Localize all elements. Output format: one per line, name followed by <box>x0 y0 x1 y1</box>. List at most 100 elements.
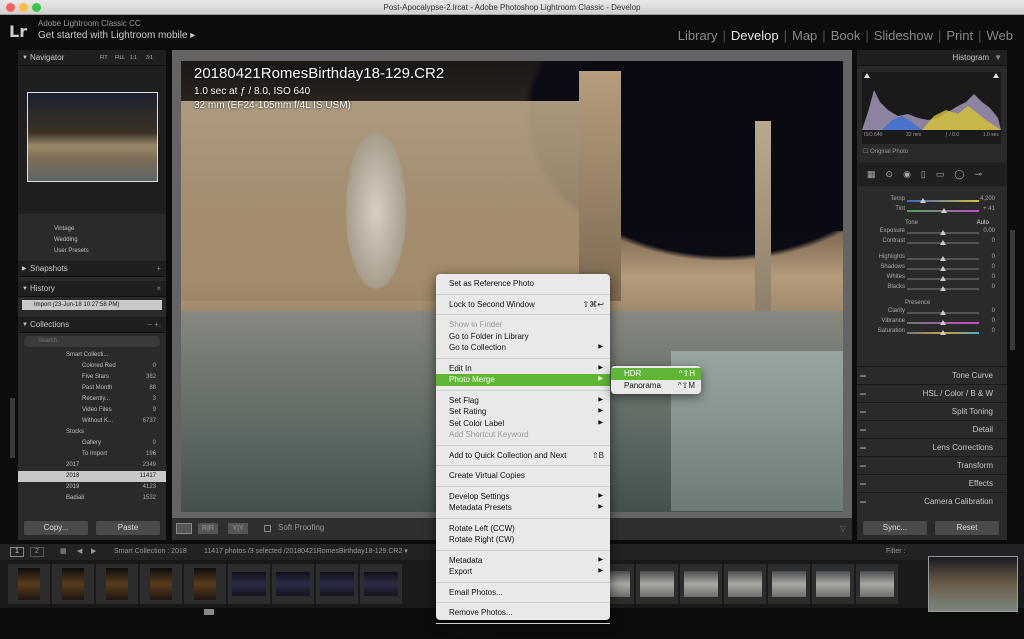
module-book[interactable]: Book <box>826 28 866 43</box>
original-checkbox-icon[interactable]: ☐ <box>863 149 870 155</box>
toolbar-menu-icon[interactable]: ▽ <box>840 524 846 533</box>
collections-header[interactable]: ▼ Collections − +. <box>18 317 166 333</box>
navigator-header[interactable]: ▼ Navigator FIT FILL 1:1 3:1 <box>18 50 166 66</box>
module-slideshow[interactable]: Slideshow <box>869 28 938 43</box>
zoom-1-1[interactable]: 1:1 <box>130 50 137 66</box>
spot-removal-icon[interactable]: ◉ <box>903 169 911 180</box>
context-menu-item[interactable]: Set as Reference Photo <box>436 278 610 290</box>
panel-switch-icon[interactable]: ▬ <box>860 475 866 493</box>
panel-switch-icon[interactable]: ▬ <box>860 385 866 403</box>
forward-arrow-icon[interactable]: ▶ <box>91 544 96 560</box>
module-library[interactable]: Library <box>673 28 723 43</box>
main-window-button[interactable]: 1 <box>10 547 24 557</box>
exposure-slider[interactable]: Exposure0.00 <box>857 228 1007 238</box>
preset-wedding[interactable]: Wedding <box>54 235 166 246</box>
collection-item[interactable]: Gallery0 <box>18 438 166 449</box>
context-menu-item[interactable]: Set Color Label▶ <box>436 418 610 430</box>
slider-knob[interactable] <box>940 240 946 245</box>
brush-tool-icon[interactable]: ⊸ <box>974 169 982 180</box>
context-menu-item[interactable]: Email Photos... <box>436 587 610 599</box>
hsl-panel-header[interactable]: ▬HSL / Color / B & W <box>857 384 1007 402</box>
grid-tool-icon[interactable]: ▦ <box>867 169 876 180</box>
add-snapshot-icon[interactable]: + <box>156 261 161 277</box>
slider-value[interactable]: 4,200 <box>980 196 995 202</box>
crop-tool-icon[interactable]: ⊙ <box>886 169 894 180</box>
submenu-item[interactable]: HDR^⇧H <box>611 368 701 380</box>
slider-knob[interactable] <box>940 266 946 271</box>
filmstrip-thumbnail[interactable] <box>140 564 182 604</box>
filmstrip-thumbnail[interactable] <box>8 564 50 604</box>
histogram-graph[interactable]: ISO 640 32 mm ƒ / 8.0 1.0 sec <box>862 72 1001 144</box>
panel-switch-icon[interactable]: ▬ <box>860 439 866 457</box>
zoom-fill[interactable]: FILL <box>115 50 125 66</box>
panel-switch-icon[interactable]: ▬ <box>860 421 866 439</box>
grid-view-icon[interactable]: ▦ <box>60 544 67 560</box>
whites-slider[interactable]: Whites0 <box>857 274 1007 284</box>
split-toning-panel-header[interactable]: ▬Split Toning <box>857 402 1007 420</box>
slider-knob[interactable] <box>940 230 946 235</box>
slider-knob[interactable] <box>940 310 946 315</box>
submenu-item[interactable]: Panorama^⇧M <box>611 380 701 392</box>
copy-settings-button[interactable]: Copy... <box>24 521 88 535</box>
context-menu-item[interactable]: Go to Folder in Library <box>436 331 610 343</box>
preset-vintage[interactable]: Vintage <box>54 224 166 235</box>
mobile-link[interactable]: Get started with Lightroom mobile ▸ <box>38 30 195 41</box>
soft-proofing-checkbox[interactable] <box>264 525 271 532</box>
filmstrip-thumbnail[interactable] <box>856 564 898 604</box>
collection-item[interactable]: Colored Red0 <box>18 361 166 372</box>
auto-tone-button[interactable]: Auto <box>977 220 989 226</box>
before-after-mode-icon[interactable]: Y|Y <box>228 523 248 534</box>
histogram-header[interactable]: Histogram ▼ <box>857 50 1007 66</box>
zoom-window-button[interactable] <box>32 3 41 12</box>
panel-switch-icon[interactable]: ▬ <box>860 457 866 475</box>
collection-item[interactable]: Badiali1532 <box>18 493 166 504</box>
context-menu-item[interactable]: Edit In▶ <box>436 363 610 375</box>
context-menu-item[interactable]: Set Rating▶ <box>436 406 610 418</box>
context-menu-item[interactable]: Rotate Right (CW) <box>436 534 610 546</box>
temp-slider[interactable]: Temp4,200 <box>857 196 1007 206</box>
context-menu-item[interactable]: Lock to Second Window⇧⌘↩ <box>436 299 610 311</box>
filmstrip-thumbnail[interactable] <box>360 564 402 604</box>
minimize-window-button[interactable] <box>19 3 28 12</box>
slider-knob[interactable] <box>940 286 946 291</box>
tint-slider[interactable]: Tint+ 41 <box>857 206 1007 216</box>
slider-knob[interactable] <box>940 276 946 281</box>
filmstrip-thumbnail[interactable] <box>52 564 94 604</box>
context-menu-item[interactable]: Metadata Presets▶ <box>436 502 610 514</box>
panel-switch-icon[interactable]: ▬ <box>860 367 866 385</box>
preset-user[interactable]: User Presets <box>54 246 166 257</box>
slider-value[interactable]: 0 <box>992 308 995 314</box>
context-menu-item[interactable]: Export▶ <box>436 566 610 578</box>
module-web[interactable]: Web <box>982 28 1019 43</box>
highlights-slider[interactable]: Highlights0 <box>857 254 1007 264</box>
left-scrollbar[interactable] <box>10 398 15 458</box>
collection-item[interactable]: Recently...3 <box>18 394 166 405</box>
collection-set[interactable]: Stocks <box>18 427 166 438</box>
blacks-slider[interactable]: Blacks0 <box>857 284 1007 294</box>
filmstrip-thumbnail[interactable] <box>724 564 766 604</box>
slider-value[interactable]: 0.00 <box>983 228 995 234</box>
module-map[interactable]: Map <box>787 28 822 43</box>
collection-item[interactable]: Five Stars382 <box>18 372 166 383</box>
context-menu-item[interactable]: View Options <box>436 628 610 639</box>
right-scrollbar[interactable] <box>1010 230 1015 350</box>
lens-corrections-panel-header[interactable]: ▬Lens Corrections <box>857 438 1007 456</box>
history-item[interactable]: Import (23-Jun-18 10:27:58 PM) <box>22 300 162 310</box>
graduated-filter-icon[interactable]: ▭ <box>936 169 945 180</box>
paste-settings-button[interactable]: Paste <box>96 521 160 535</box>
context-menu-item[interactable]: Add to Quick Collection and Next⇧B <box>436 450 610 462</box>
collections-search-input[interactable]: Search <box>24 336 160 347</box>
second-window-preview[interactable] <box>928 556 1018 612</box>
redeye-tool-icon[interactable]: ▯ <box>921 169 926 180</box>
collection-item[interactable]: Past Month88 <box>18 383 166 394</box>
clarity-slider[interactable]: Clarity0 <box>857 308 1007 318</box>
module-print[interactable]: Print <box>941 28 978 43</box>
saturation-slider[interactable]: Saturation0 <box>857 328 1007 338</box>
effects-panel-header[interactable]: ▬Effects <box>857 474 1007 492</box>
panel-switch-icon[interactable]: ▬ <box>860 403 866 421</box>
filmstrip-thumbnail[interactable] <box>636 564 678 604</box>
context-menu-item[interactable]: Photo Merge▶ <box>436 374 610 386</box>
tone-curve-panel-header[interactable]: ▬Tone Curve <box>857 366 1007 384</box>
slider-value[interactable]: 0 <box>992 238 995 244</box>
slider-value[interactable]: 0 <box>992 264 995 270</box>
